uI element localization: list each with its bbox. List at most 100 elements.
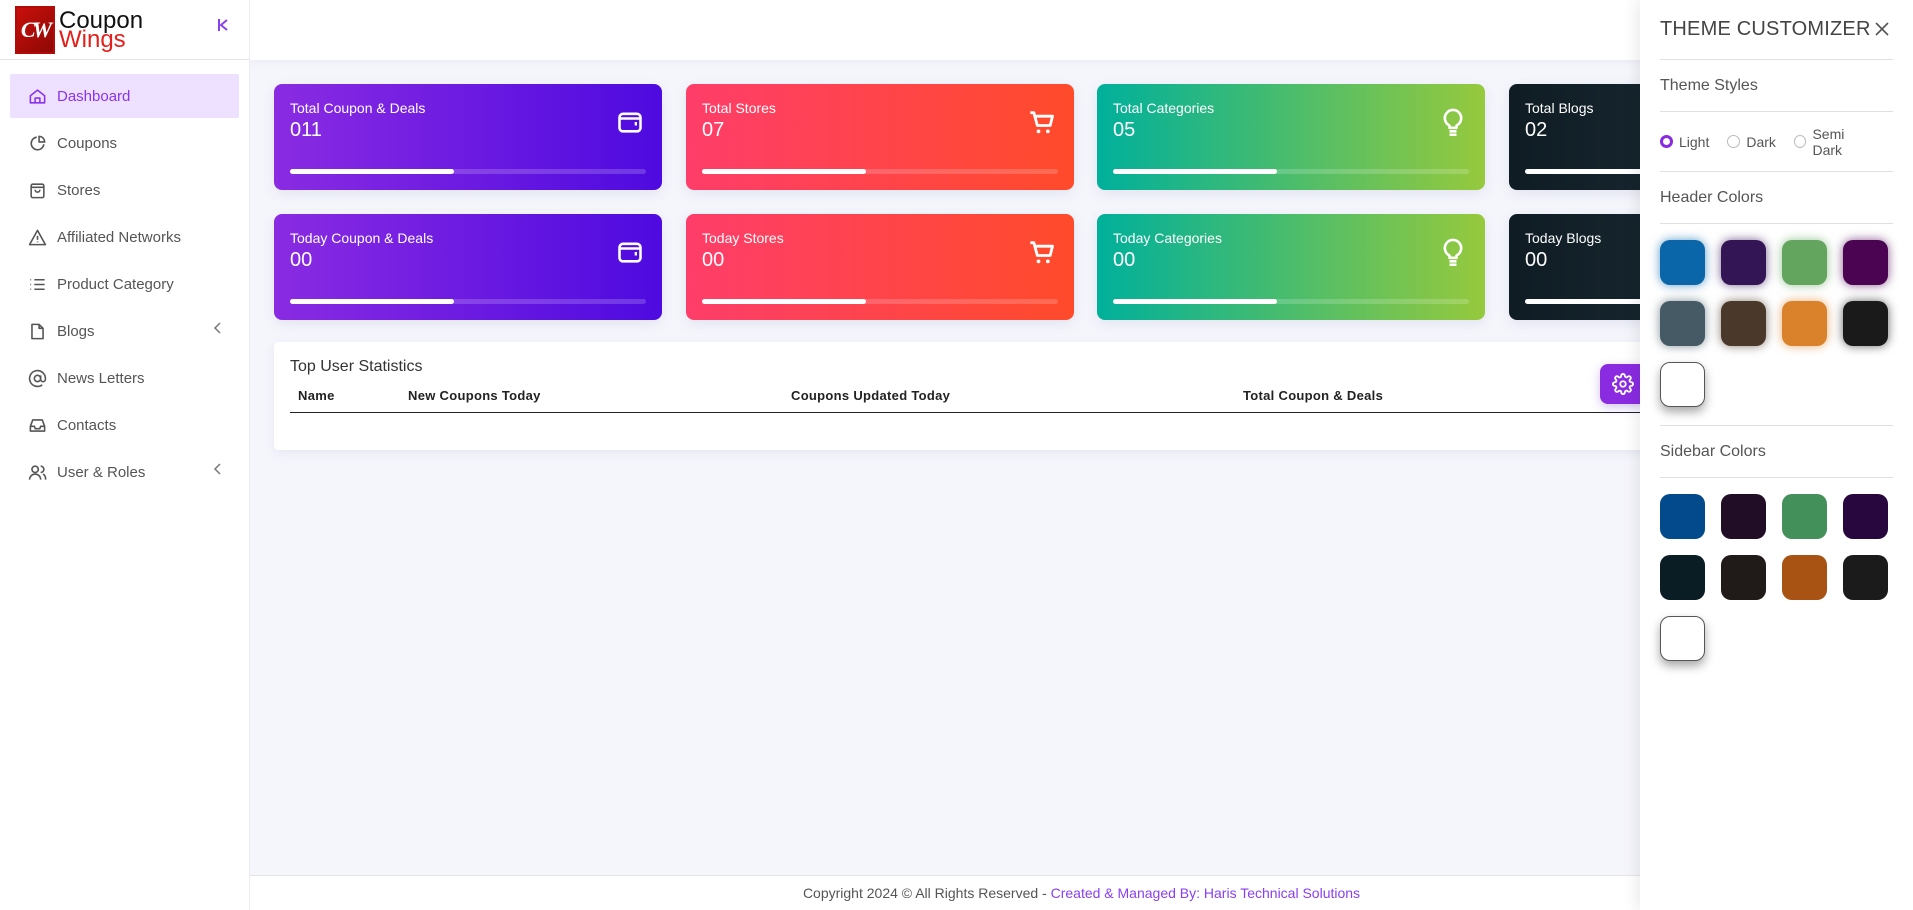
chevron-double-left-icon [218, 19, 228, 31]
sidebar-color-swatch-5[interactable] [1660, 555, 1705, 600]
sidebar-collapse-button[interactable] [217, 18, 229, 37]
stat-card-today-categories[interactable]: Today Categories 00 [1097, 214, 1485, 320]
radio-circle[interactable] [1793, 135, 1807, 148]
card-label: Today Categories [1113, 230, 1222, 246]
sidebar-item-product-category[interactable]: Product Category [10, 262, 239, 306]
card-progress-fill [702, 169, 866, 174]
sidebar-item-blogs[interactable]: Blogs [10, 309, 239, 353]
card-label: Total Categories [1113, 100, 1215, 116]
sidebar: CW Coupon Wings Dashboard Coupons Stores Af… [0, 0, 250, 910]
logo-mark[interactable]: CW [15, 5, 55, 54]
close-customizer-button[interactable] [1871, 17, 1893, 43]
card-progress-fill [1113, 299, 1277, 304]
cart-icon [1030, 241, 1054, 264]
sidebar-item-label: Contacts [57, 416, 117, 434]
card-progress-fill [702, 299, 866, 304]
sidebar-color-swatch-2[interactable] [1721, 494, 1766, 539]
lightbulb-icon [1443, 108, 1463, 136]
sidebar-item-stores[interactable]: Stores [10, 168, 239, 212]
column-header-new-coupons[interactable]: New Coupons Today [400, 384, 783, 413]
sidebar-color-swatch-6[interactable] [1721, 555, 1766, 600]
header-color-swatch-7[interactable] [1782, 301, 1827, 346]
header-color-swatch-3[interactable] [1782, 240, 1827, 285]
sidebar-color-swatch-8[interactable] [1843, 555, 1888, 600]
card-value: 00 [290, 249, 313, 271]
sidebar-color-swatch-7[interactable] [1782, 555, 1827, 600]
card-label: Today Stores [702, 230, 784, 246]
list-icon [26, 273, 48, 295]
lightbulb-icon [1443, 238, 1463, 266]
stat-card-today-stores[interactable]: Today Stores 00 [686, 214, 1074, 320]
radio-label: Semi Dark [1812, 125, 1845, 158]
top-user-statistics-panel: Top User Statistics Name New Coupons Tod… [274, 342, 1674, 450]
gear-icon [1612, 373, 1634, 395]
sidebar-item-label: Product Category [57, 275, 174, 293]
customizer-title: THEME CUSTOMIZER [1660, 18, 1871, 40]
sidebar-item-coupons[interactable]: Coupons [10, 121, 239, 165]
stat-card-today-coupon-deals[interactable]: Today Coupon & Deals 00 [274, 214, 662, 320]
sidebar-color-swatch-9[interactable] [1660, 616, 1705, 661]
sidebar-color-swatches [1660, 478, 1893, 679]
column-header-coupons-updated[interactable]: Coupons Updated Today [783, 384, 1235, 413]
customizer-header: THEME CUSTOMIZER [1660, 0, 1893, 60]
card-progress-fill [1113, 169, 1277, 174]
radio-circle[interactable] [1727, 135, 1741, 148]
theme-style-radio-light[interactable]: Light [1660, 134, 1709, 150]
sidebar-item-news-letters[interactable]: News Letters [10, 356, 239, 400]
card-progress-fill [290, 169, 454, 174]
card-value: 011 [290, 119, 322, 141]
chevron-left-icon[interactable] [213, 462, 221, 480]
copyright-text: Copyright 2024 © All Rights Reserved - [802, 885, 1051, 901]
table-header-row: Name New Coupons Today Coupons Updated T… [290, 384, 1670, 413]
users-icon [26, 461, 48, 483]
card-label: Total Coupon & Deals [290, 100, 426, 116]
sidebar-nav: Dashboard Coupons Stores Affiliated Network… [0, 60, 249, 494]
radio-circle[interactable] [1660, 135, 1673, 148]
wallet-icon [618, 242, 642, 263]
stats-table: Name New Coupons Today Coupons Updated T… [290, 384, 1670, 413]
home-icon [26, 85, 48, 107]
warning-triangle-icon [26, 226, 48, 248]
card-progress-bar [290, 169, 646, 174]
card-value: 00 [1113, 249, 1136, 271]
sidebar-item-label: Stores [57, 181, 101, 199]
theme-customizer-panel: THEME CUSTOMIZER Theme Styles Light Dark S… [1640, 0, 1913, 910]
stat-card-total-categories[interactable]: Total Categories 05 [1097, 84, 1485, 190]
sidebar-color-swatch-3[interactable] [1782, 494, 1827, 539]
sidebar-item-dashboard[interactable]: Dashboard [10, 74, 239, 118]
header-color-swatch-1[interactable] [1660, 240, 1705, 285]
sidebar-item-label: Coupons [57, 134, 118, 152]
chevron-left-icon[interactable] [213, 321, 221, 339]
column-header-name[interactable]: Name [290, 384, 400, 413]
logo-text[interactable]: Coupon Wings [59, 8, 143, 51]
file-icon [26, 320, 48, 342]
theme-style-radio-dark[interactable]: Dark [1727, 134, 1776, 150]
credit-link[interactable]: Created & Managed By: Haris Technical So… [1051, 885, 1360, 901]
sidebar-item-label: User & Roles [57, 463, 146, 481]
radio-label: Dark [1746, 133, 1776, 150]
card-progress-bar [290, 299, 646, 304]
card-value: 05 [1113, 119, 1136, 141]
sidebar-color-swatch-1[interactable] [1660, 494, 1705, 539]
header-color-swatches [1660, 224, 1893, 426]
header-color-swatch-4[interactable] [1843, 240, 1888, 285]
card-progress-bar [1113, 169, 1469, 174]
header-color-swatch-5[interactable] [1660, 301, 1705, 346]
header-color-swatch-2[interactable] [1721, 240, 1766, 285]
sidebar-item-contacts[interactable]: Contacts [10, 403, 239, 447]
sidebar-item-user-roles[interactable]: User & Roles [10, 450, 239, 494]
sidebar-item-affiliated-networks[interactable]: Affiliated Networks [10, 215, 239, 259]
card-progress-bar [702, 299, 1058, 304]
stat-card-total-stores[interactable]: Total Stores 07 [686, 84, 1074, 190]
sidebar-item-label: Dashboard [57, 87, 131, 105]
theme-style-radio-semi-dark[interactable]: Semi Dark [1793, 125, 1875, 158]
stat-card-total-coupon-deals[interactable]: Total Coupon & Deals 011 [274, 84, 662, 190]
sidebar-color-swatch-4[interactable] [1843, 494, 1888, 539]
header-color-swatch-6[interactable] [1721, 301, 1766, 346]
brand: CW Coupon Wings [0, 0, 249, 60]
card-label: Today Coupon & Deals [290, 230, 434, 246]
card-progress-fill [290, 299, 454, 304]
header-color-swatch-9[interactable] [1660, 362, 1705, 407]
sidebar-colors-heading: Sidebar Colors [1660, 426, 1893, 478]
header-color-swatch-8[interactable] [1843, 301, 1888, 346]
